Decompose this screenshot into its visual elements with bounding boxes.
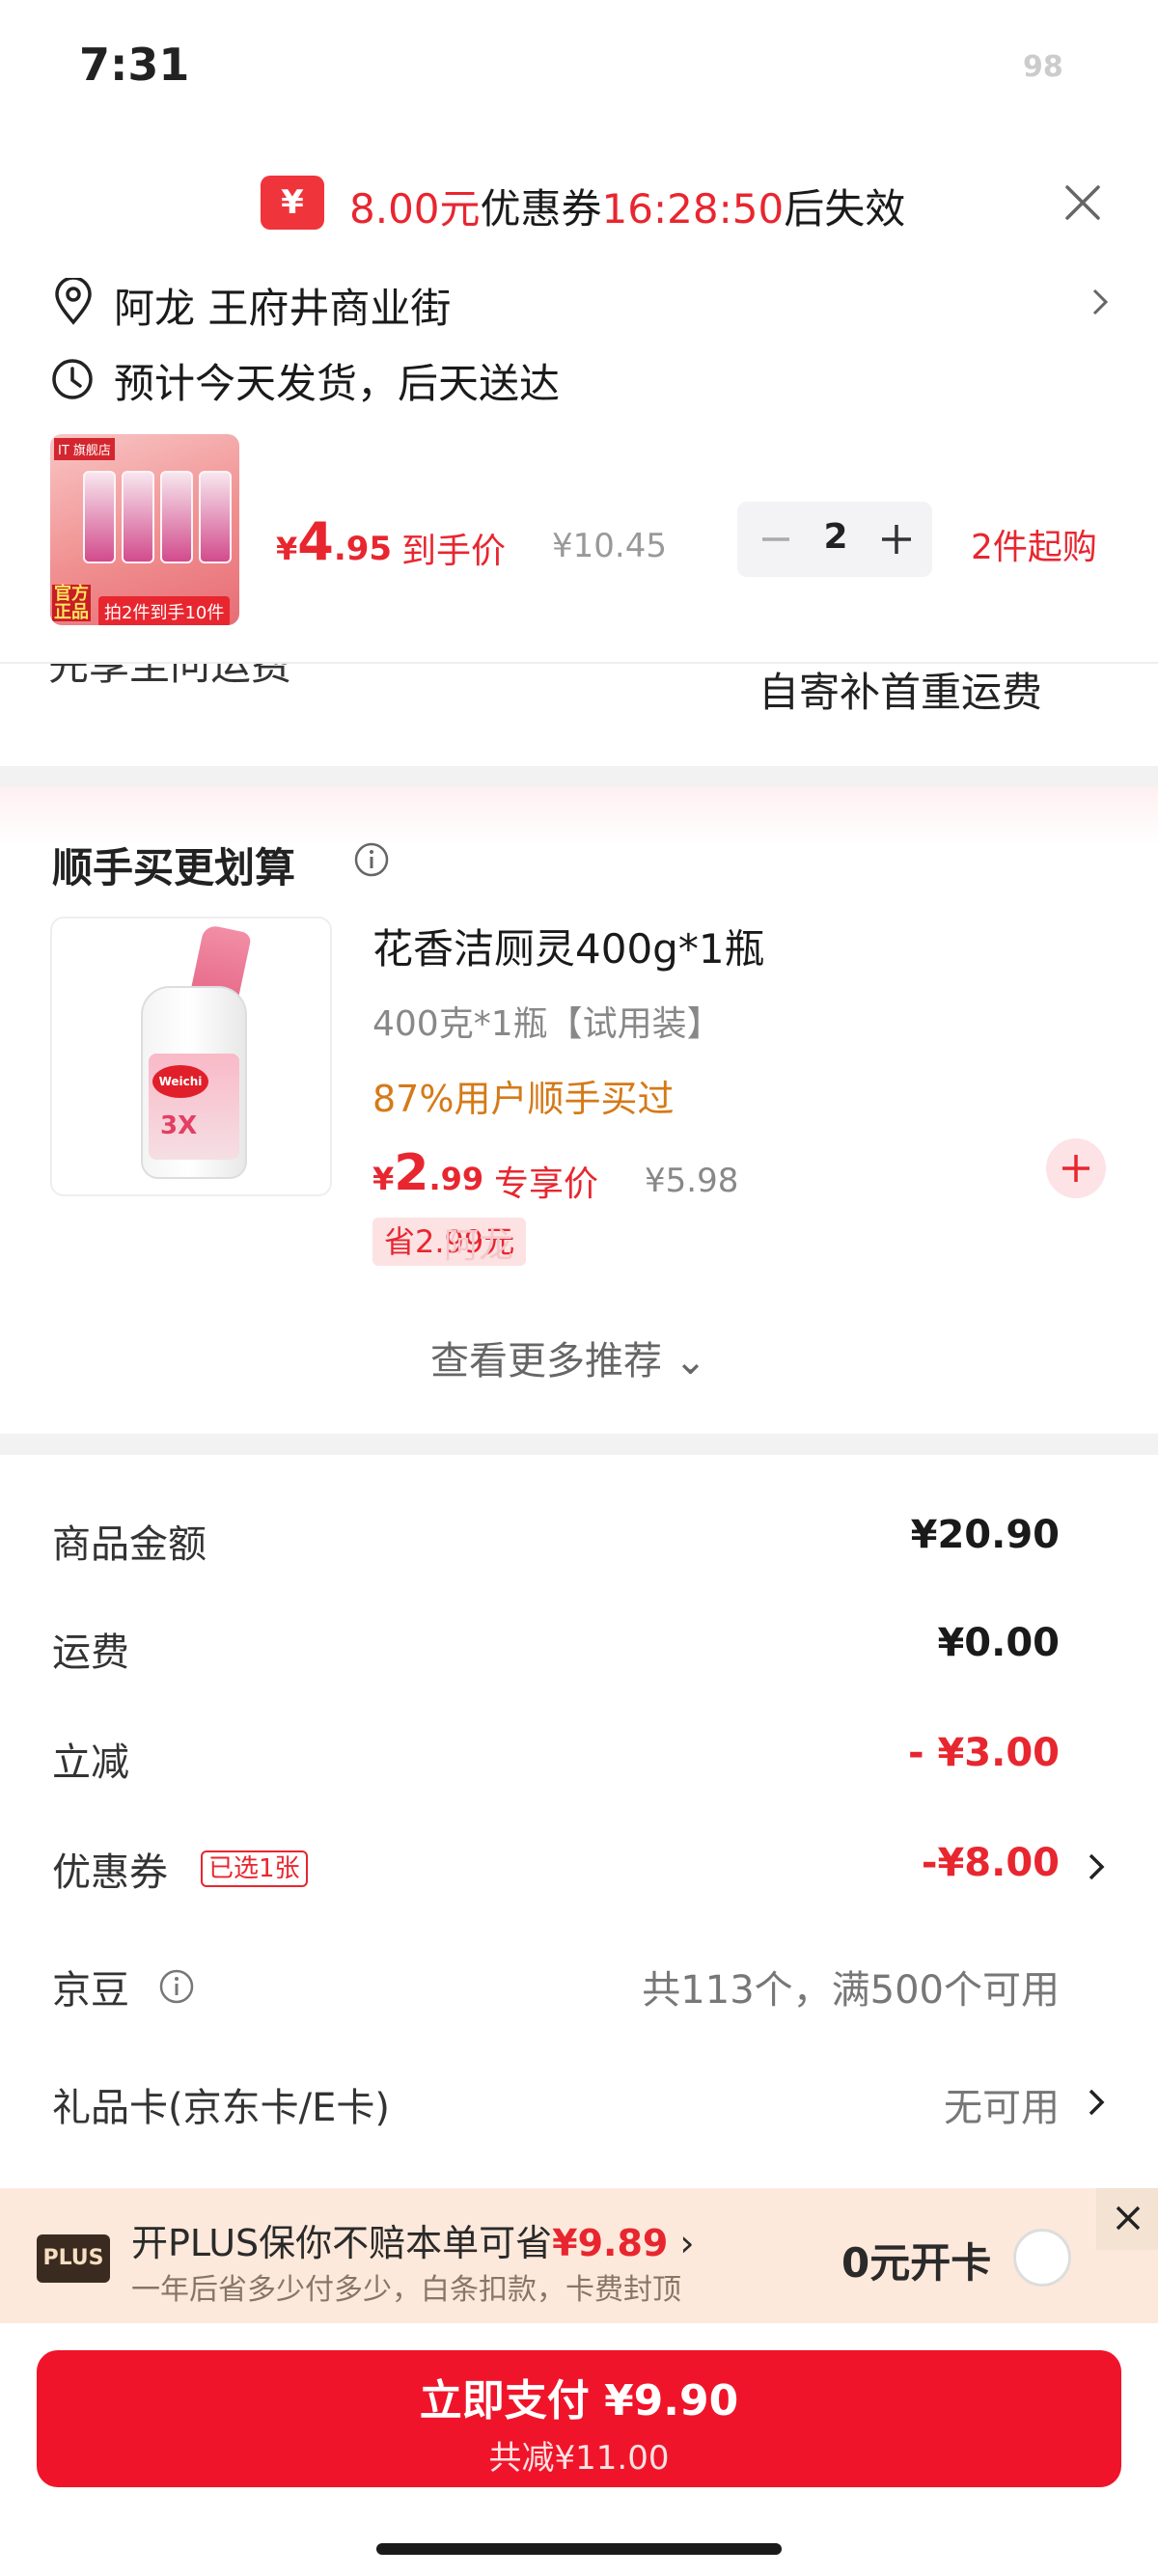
recommend-title: 顺手买更划算 <box>52 844 296 891</box>
coupon-amount: 8.00元 <box>349 185 481 233</box>
coupon-row-value[interactable]: -¥8.00 <box>922 1841 1060 1885</box>
jd-beans-value: 共113个，满500个可用 <box>642 1968 1060 2013</box>
coupon-suffix: 后失效 <box>784 185 906 233</box>
address-name: 阿龙 <box>114 285 196 332</box>
location-pin-icon <box>55 278 92 325</box>
price-symbol: ¥ <box>372 1161 395 1197</box>
price-decimal: .99 <box>428 1161 484 1197</box>
price-integer: 4 <box>297 511 334 572</box>
coupon-countdown: 16:28:50 <box>601 185 785 233</box>
watermark-text: 阿龙 <box>444 1226 514 1266</box>
pack-image <box>122 471 154 563</box>
original-price: ¥10.45 <box>552 527 667 565</box>
instant-discount-label: 立减 <box>52 1740 129 1785</box>
plus-offer-subtext: 一年后省多少付多少，白条扣款，卡费封顶 <box>131 2273 681 2307</box>
chevron-down-icon: ⌄ <box>662 1339 707 1384</box>
shipping-note: 自寄补首重运费 <box>758 669 1043 716</box>
clock-icon <box>52 359 93 399</box>
pack-image <box>83 471 116 563</box>
home-indicator[interactable] <box>376 2543 782 2555</box>
info-icon[interactable] <box>353 841 390 878</box>
price-integer: 2 <box>394 1144 429 1202</box>
goods-amount-label: 商品金额 <box>52 1522 207 1567</box>
plus-icon[interactable] <box>872 515 921 563</box>
delivery-address[interactable]: 阿龙 王府井商业街 <box>114 276 451 335</box>
battery-level: 98 <box>1023 50 1063 84</box>
bottle-tag: 3X <box>160 1111 198 1140</box>
pack-image <box>160 471 193 563</box>
quantity-value[interactable]: 2 <box>818 517 853 557</box>
section-divider <box>0 766 1158 787</box>
min-order-note: 2件起购 <box>971 528 1097 567</box>
see-more-label: 查看更多推荐 <box>430 1339 662 1384</box>
product-thumbnail[interactable]: IT 旗舰店 官方正品 拍2件到手10件 <box>50 434 239 625</box>
section-divider <box>0 1434 1158 1455</box>
coupon-selected-badge: 已选1张 <box>201 1850 308 1887</box>
recommend-product-spec: 400克*1瓶【试用装】 <box>372 1004 722 1044</box>
pay-total-savings[interactable]: 共减¥11.00 <box>0 2431 1158 2479</box>
freight-label: 运费 <box>52 1631 129 1675</box>
recommend-price: ¥2.99 <box>372 1144 483 1202</box>
close-icon[interactable] <box>1062 181 1104 224</box>
close-icon[interactable] <box>1096 2188 1158 2250</box>
minus-icon[interactable] <box>753 517 799 562</box>
final-price-label: 到手价 <box>401 532 507 571</box>
promo-badge: 拍2件到手10件 <box>98 596 231 625</box>
goods-amount-value: ¥20.90 <box>910 1513 1060 1557</box>
final-price: ¥4.95 <box>276 511 392 572</box>
info-icon[interactable] <box>158 1968 195 2005</box>
plus-open-card-label[interactable]: 0元开卡 <box>841 2231 991 2289</box>
pay-now-label[interactable]: 立即支付 ¥9.90 <box>0 2366 1158 2427</box>
brand-logo: Weichi <box>152 1065 208 1098</box>
pack-image <box>199 471 232 563</box>
freight-value: ¥0.00 <box>937 1621 1060 1665</box>
plus-logo: PLUS <box>37 2234 110 2283</box>
chevron-right-icon[interactable] <box>1085 1850 1108 1883</box>
see-more-recommendations[interactable]: 查看更多推荐 ⌄ <box>430 1329 706 1385</box>
price-symbol: ¥ <box>276 531 298 567</box>
recommend-original-price: ¥5.98 <box>645 1162 739 1200</box>
recommend-product-image[interactable]: Weichi 3X <box>50 917 332 1196</box>
recommend-product-name[interactable]: 花香洁厕灵400g*1瓶 <box>372 917 765 975</box>
gift-card-value[interactable]: 无可用 <box>944 2076 1060 2132</box>
coupon-icon: ¥ <box>261 176 324 230</box>
plus-offer-prefix: 开PLUS保你不赔本单可省 <box>131 2222 553 2264</box>
jd-beans-label: 京豆 <box>52 1968 129 2013</box>
recommend-social-proof: 87%用户顺手买过 <box>372 1078 675 1120</box>
store-tag: IT 旗舰店 <box>54 438 115 460</box>
instant-discount-value: - ¥3.00 <box>907 1731 1060 1775</box>
address-street: 王府井商业街 <box>207 285 452 332</box>
price-decimal: .95 <box>333 530 393 568</box>
add-to-order-button[interactable] <box>1046 1138 1106 1198</box>
chevron-right-icon[interactable] <box>1089 286 1112 318</box>
official-badge: 官方正品 <box>52 584 91 622</box>
chevron-right-icon: › <box>668 2222 695 2264</box>
coupon-row-label[interactable]: 优惠券 <box>52 1841 168 1897</box>
coupon-mid: 优惠券 <box>480 185 602 233</box>
plus-open-card-radio[interactable] <box>1013 2229 1071 2287</box>
plus-offer-amount: ¥9.89 <box>552 2222 669 2264</box>
chevron-right-icon[interactable] <box>1085 2086 1108 2119</box>
coupon-expiry-text: 8.00元优惠券16:28:50后失效 <box>349 177 905 235</box>
status-time: 7:31 <box>79 39 190 91</box>
recommend-price-label: 专享价 <box>494 1165 599 1204</box>
plus-offer-text[interactable]: 开PLUS保你不赔本单可省¥9.89 › <box>131 2213 695 2266</box>
gift-card-label[interactable]: 礼品卡(京东卡/E卡) <box>52 2076 390 2132</box>
shipping-estimate: 预计今天发货，后天送达 <box>114 360 561 407</box>
